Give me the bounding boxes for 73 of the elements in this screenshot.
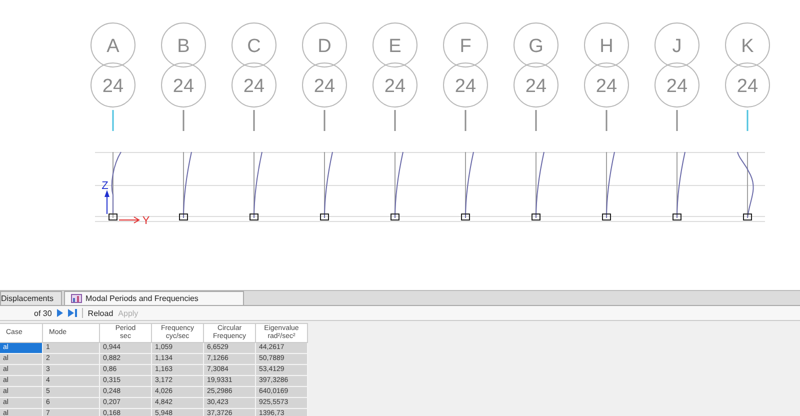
y-axis-label: Y [142, 215, 150, 227]
grid-bubble [443, 62, 488, 108]
reload-button[interactable]: Reload [88, 308, 114, 318]
support-icon [250, 214, 258, 220]
story-label: 24 [596, 76, 618, 97]
grid-bubble [372, 22, 418, 68]
support-icon [672, 214, 682, 220]
tab[interactable]: Modal Periods and Frequencies [64, 291, 244, 305]
grid-label: K [741, 36, 754, 57]
mode-shape-line [324, 152, 333, 218]
mode-shape-line [606, 152, 615, 218]
support-icon [108, 214, 118, 220]
grid-bubble [161, 62, 206, 108]
mode-shape-line [737, 152, 754, 218]
table-icon [71, 294, 82, 303]
grid-bubble [514, 62, 558, 108]
z-axis-label: Z [102, 180, 108, 192]
mode-shape-line [676, 152, 686, 218]
mode-shape-line [465, 152, 474, 218]
support-icon [602, 214, 611, 220]
page-count: of 30 [34, 308, 52, 318]
grid-label: H [600, 36, 614, 57]
z-axis-arrow [104, 190, 110, 214]
story-label: 24 [384, 76, 406, 97]
column-line [747, 152, 748, 218]
grid-bubble [584, 22, 629, 68]
grid-label: A [106, 36, 120, 57]
mode-shape-line [183, 152, 192, 218]
story-label: 24 [736, 76, 758, 97]
story-label: 24 [243, 76, 265, 97]
grid-bubble [302, 62, 347, 108]
support-icon [179, 214, 188, 220]
story-label: 24 [102, 76, 124, 97]
grid-bubble [302, 22, 347, 68]
support-icon [390, 214, 400, 220]
grid-bubble [232, 62, 276, 108]
support-icon [320, 214, 329, 220]
story-label: 24 [525, 76, 547, 97]
grid-label: G [528, 36, 544, 57]
mode-shape-line [394, 152, 404, 218]
grid-bubble [654, 62, 700, 108]
grid-bubble [90, 22, 136, 68]
grid-label: F [460, 36, 472, 57]
mode-shape-line [111, 152, 122, 214]
grid-label: J [672, 36, 682, 57]
grid-label: E [388, 36, 402, 57]
story-label: 24 [454, 76, 476, 97]
grid-bubble [161, 22, 206, 68]
next-icon[interactable] [56, 309, 63, 317]
column-line [112, 152, 114, 218]
grid-bubble [514, 22, 558, 68]
grid-bubble [584, 62, 629, 108]
support-icon [532, 214, 540, 220]
grid-bubble [725, 22, 770, 68]
grid-bubble [90, 62, 136, 108]
last-icon[interactable] [68, 309, 77, 317]
mode-shape-line [536, 152, 544, 218]
grid-label: D [318, 36, 332, 57]
grid-label: C [247, 36, 261, 57]
grid-bubble [372, 62, 418, 108]
y-axis-arrow [118, 216, 140, 224]
grid-bubble [725, 62, 770, 108]
support-icon [743, 214, 752, 220]
grid-bubble [443, 22, 488, 68]
story-label: 24 [314, 76, 336, 97]
grid-bubble [654, 22, 700, 68]
mode-shape-line [254, 152, 262, 218]
support-icon [461, 214, 470, 220]
tab[interactable]: Displacements [0, 291, 62, 305]
grid-label: B [177, 36, 190, 57]
grid-bubble [232, 22, 276, 68]
story-label: 24 [666, 76, 688, 97]
story-label: 24 [172, 76, 194, 97]
